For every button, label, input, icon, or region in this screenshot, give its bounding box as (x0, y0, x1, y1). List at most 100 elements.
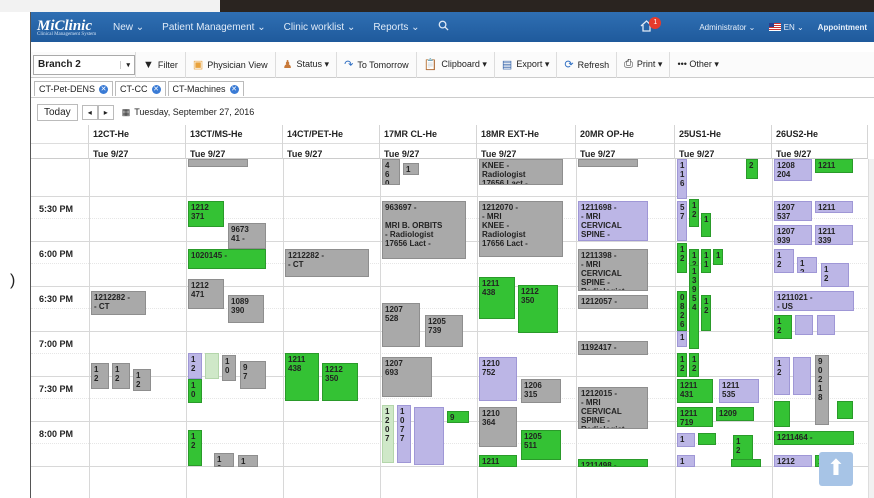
appointment-block[interactable]: 1 2 (797, 257, 817, 273)
appointment-block[interactable]: 1212282 - - CT (91, 291, 146, 315)
appointment-block[interactable]: 1211464 - (774, 431, 854, 445)
appointment-block[interactable]: 4 6 0 (382, 159, 400, 185)
nav-new[interactable]: New ⌄ (113, 22, 144, 33)
appointment-block[interactable]: 1211 447 (479, 455, 517, 467)
prev-day-button[interactable]: ◂ (81, 104, 98, 120)
appointment-block[interactable]: 1212057 - (578, 295, 648, 309)
appointment-block[interactable]: 1 2 (689, 199, 699, 227)
appointment-block[interactable]: 1 (677, 433, 695, 447)
appointment-block[interactable]: 1 2 (774, 249, 794, 273)
appointment-block[interactable]: 1 2 (774, 315, 792, 339)
appointment-block[interactable]: 1 2 (188, 353, 202, 379)
appointment-block[interactable] (188, 159, 248, 167)
notification-badge[interactable]: 1 (649, 17, 662, 29)
column-header-18mr[interactable]: 18MR EXT-He Tue 9/27 (477, 125, 576, 159)
appointment-block[interactable]: 1 0 (188, 379, 202, 403)
appointment-block[interactable]: 0 8 2 6 (677, 291, 687, 331)
appointment-block[interactable]: 1211 431 (677, 379, 713, 403)
appointment-block[interactable]: 5 7 (677, 201, 687, 241)
appointment-block[interactable]: 1211 438 (479, 277, 515, 319)
appointment-block[interactable]: 1 (701, 213, 711, 237)
refresh-button[interactable]: ⟳ Refresh (557, 51, 618, 78)
search-icon[interactable] (438, 20, 449, 34)
nav-reports[interactable]: Reports ⌄ (373, 22, 419, 33)
filter-button[interactable]: ▼ Filter (135, 51, 186, 78)
appointment-block[interactable]: 1 1 6 (677, 159, 687, 199)
appointment-block[interactable]: 1020145 - (188, 249, 266, 269)
export-button[interactable]: ▤ Export ▾ (495, 51, 558, 78)
appointment-block[interactable]: 1 0 (677, 455, 695, 467)
appointment-block[interactable]: 1207 693 (382, 357, 432, 397)
appointment-block[interactable]: 1211 339 (815, 225, 853, 245)
close-icon[interactable]: ✕ (151, 84, 161, 94)
appointment-block[interactable]: 9 0 2 1 8 (815, 355, 829, 425)
appointment-block[interactable]: 1 2 0 7 (382, 405, 394, 463)
appointment-block[interactable]: 1 (403, 163, 419, 175)
appointment-block[interactable]: KNEE - Radiologist 17656 Lact - (479, 159, 563, 185)
appointment-block[interactable]: 1207 537 (774, 201, 812, 221)
appointment-block[interactable]: 1 2 (689, 353, 699, 377)
today-button[interactable]: Today (37, 103, 78, 121)
appointment-block[interactable] (837, 401, 853, 419)
close-icon[interactable]: ✕ (229, 84, 239, 94)
column-header-25us1[interactable]: 25US1-He Tue 9/27 (675, 125, 772, 159)
next-day-button[interactable]: ▸ (97, 104, 114, 120)
branch-select[interactable]: Branch 2 ▾ (33, 54, 135, 75)
grid-scrollbar[interactable] (868, 159, 874, 498)
appointment-block[interactable]: 1210 752 (479, 357, 517, 401)
physician-view-button[interactable]: ▣ Physician View (186, 51, 276, 78)
appointment-block[interactable]: 1212 350 (518, 285, 558, 333)
appointment-block[interactable]: 1211 438 (285, 353, 319, 401)
appointment-block[interactable] (205, 353, 219, 379)
user-menu[interactable]: Administrator ⌄ (699, 23, 755, 32)
nav-patient-management[interactable]: Patient Management ⌄ (162, 22, 265, 33)
nav-clinic-worklist[interactable]: Clinic worklist ⌄ (284, 22, 356, 33)
status-button[interactable]: ♟ Status ▾ (276, 51, 338, 78)
appointment-block[interactable]: 1211 719 (677, 407, 713, 427)
appointment-block[interactable]: 1205 511 (521, 430, 561, 460)
appointment-block[interactable]: 1211 (815, 201, 853, 213)
appointment-block[interactable]: 1211698 - - MRI CERVICAL SPINE - Radiolo… (578, 201, 648, 241)
appointment-block[interactable]: 1 2 (774, 357, 790, 395)
appointment-block[interactable]: 1 (677, 331, 687, 347)
to-tomorrow-button[interactable]: ↷ To Tomorrow (337, 51, 417, 78)
date-picker[interactable]: ▦ Tuesday, September 27, 2016 (122, 107, 255, 118)
appointment-block[interactable]: 1 2 (188, 430, 202, 466)
appointment-block[interactable]: 1 2 (821, 263, 849, 287)
appointment-block[interactable]: 1 2 (112, 363, 130, 389)
clipboard-button[interactable]: 📋 Clipboard ▾ (417, 51, 495, 78)
appointment-block[interactable]: 1211 535 (719, 379, 759, 403)
appointment-block[interactable]: 1206 315 (521, 379, 561, 403)
appointment-block[interactable]: 1209 (716, 407, 754, 421)
appointment-block[interactable]: 1211 (815, 159, 853, 173)
column-header-26us2[interactable]: 26US2-He Tue 9/27 (772, 125, 868, 159)
appointment-block[interactable]: 9 (447, 411, 469, 423)
appointment-block[interactable]: 963697 - MRI B. ORBITS - Radiologist 176… (382, 201, 466, 259)
tab-ct-machines[interactable]: CT-Machines ✕ (167, 81, 244, 96)
appointment-block[interactable]: 1 2 (91, 363, 109, 389)
column-header-14ct[interactable]: 14CT/PET-He Tue 9/27 (283, 125, 380, 159)
appointment-block[interactable]: 1212 468 (774, 455, 812, 467)
appointment-block[interactable] (414, 407, 444, 465)
appointment-block[interactable]: 1 0 (214, 453, 234, 467)
appointment-block[interactable]: 1 2 (701, 295, 711, 331)
appointment-block[interactable]: 9 7 (240, 361, 266, 389)
appointment-block[interactable]: 1212 350 (322, 363, 358, 401)
appointment-block[interactable]: 1 2 (677, 353, 687, 377)
appointment-link[interactable]: Appointment (818, 23, 867, 32)
column-header-13ct[interactable]: 13CT/MS-He Tue 9/27 (186, 125, 283, 159)
appointment-block[interactable]: 1 2 (133, 369, 151, 391)
appointment-block[interactable] (698, 433, 716, 445)
close-icon[interactable]: ✕ (99, 84, 109, 94)
appointment-block[interactable] (731, 459, 761, 467)
miclinic-logo[interactable]: MiClinic Clinical Management System (31, 18, 113, 37)
appointment-block[interactable] (774, 401, 790, 427)
appointment-block[interactable] (817, 315, 835, 335)
appointment-block[interactable]: 1211398 - - MRI CERVICAL SPINE - Radiolo… (578, 249, 648, 291)
other-button[interactable]: ••• Other ▾ (670, 52, 725, 78)
appointment-block[interactable]: 1 3 9 5 4 (689, 265, 699, 349)
appointment-block[interactable]: 1089 390 (228, 295, 264, 323)
appointment-block[interactable]: 1212282 - - CT (285, 249, 369, 277)
column-header-12ct[interactable]: 12CT-He Tue 9/27 (89, 125, 186, 159)
appointment-block[interactable]: 2 (746, 159, 758, 179)
